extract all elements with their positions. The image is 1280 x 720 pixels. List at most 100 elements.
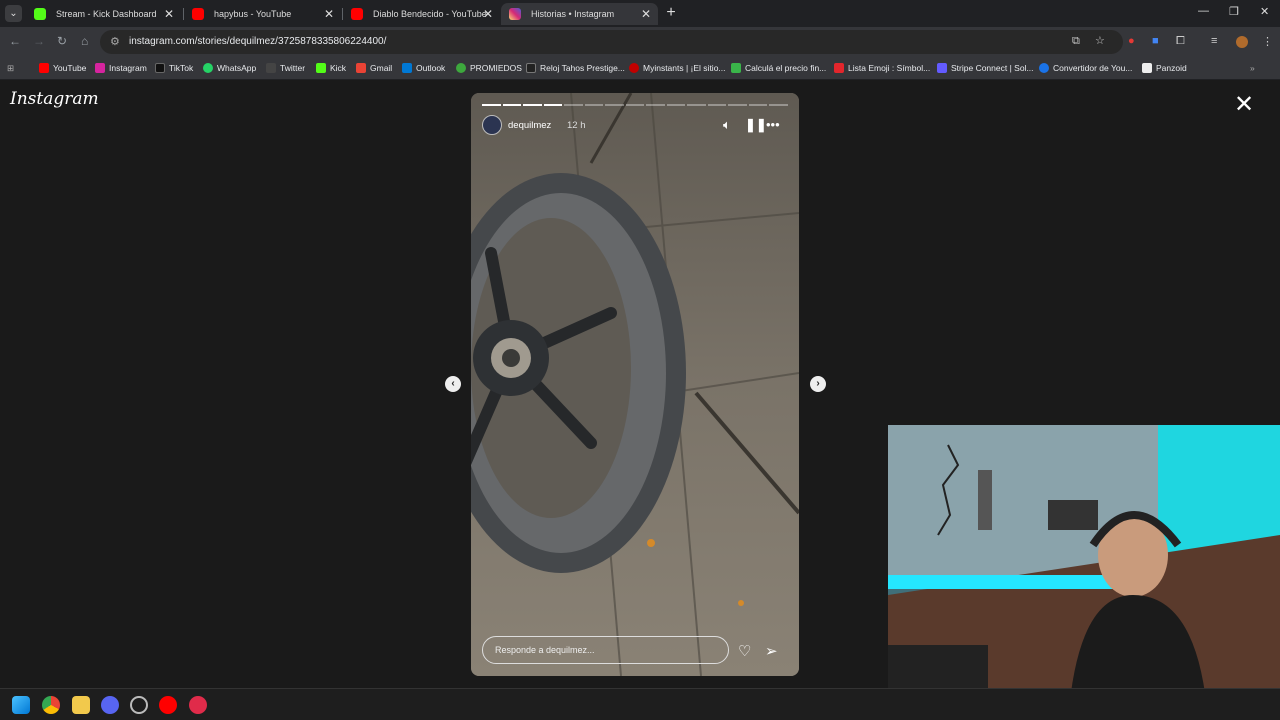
forward-icon[interactable]: → (33, 34, 45, 48)
story-progress-segment (687, 104, 706, 106)
bookmark-label: Lista Emoji : Símbol... (848, 63, 931, 73)
avatar[interactable] (482, 115, 502, 135)
stripe-icon (937, 63, 947, 73)
story-progress-segment (543, 104, 563, 106)
instagram-icon (509, 8, 521, 20)
myinstants-icon (629, 63, 639, 73)
close-tab-icon[interactable]: ✕ (164, 3, 174, 25)
close-tab-icon[interactable]: ✕ (324, 3, 334, 25)
send-icon[interactable]: ➢ (765, 642, 778, 660)
youtube-app-icon[interactable] (159, 696, 177, 714)
gmail-icon (356, 63, 366, 73)
reply-input[interactable] (495, 643, 720, 657)
url-text[interactable]: instagram.com/stories/dequilmez/37258783… (129, 36, 386, 47)
story-progress-segment (564, 104, 583, 106)
back-icon[interactable]: ← (9, 34, 21, 48)
more-bookmarks-icon[interactable]: » (1250, 61, 1255, 75)
chevron-right-icon[interactable]: › (810, 376, 826, 392)
twitter-icon (266, 63, 276, 73)
tab-youtube-hapybus[interactable]: hapybus - YouTube ✕ (184, 3, 341, 25)
bookmark-outlook[interactable]: Outlook (402, 61, 445, 75)
story-progress-segment (666, 104, 686, 106)
story-progress-segment (482, 104, 501, 106)
address-bar[interactable]: ⚙ instagram.com/stories/dequilmez/372587… (100, 30, 1123, 54)
bookmark-calcula[interactable]: Calculá el precio fin... (731, 61, 826, 75)
bookmarks-bar: ⊞ YouTube Instagram TikTok WhatsApp Twit… (0, 57, 1280, 80)
bookmark-label: Convertidor de You... (1053, 63, 1133, 73)
tab-search-button[interactable]: ⌄ (5, 5, 22, 22)
bookmark-youtube[interactable]: YouTube (39, 61, 86, 75)
minimize-icon[interactable]: — (1198, 5, 1209, 17)
webcam-overlay (888, 425, 1280, 720)
bookmark-whatsapp[interactable]: WhatsApp (203, 61, 256, 75)
install-icon[interactable]: ⧉ (1072, 35, 1080, 48)
bookmark-kick[interactable]: Kick (316, 61, 346, 75)
close-tab-icon[interactable]: ✕ (483, 3, 493, 25)
bookmark-label: Kick (330, 63, 347, 73)
calculator-icon (731, 63, 741, 73)
bookmark-gmail[interactable]: Gmail (356, 61, 392, 75)
webcam-image (888, 425, 1280, 720)
obs-icon[interactable] (130, 696, 148, 714)
bookmark-star-icon[interactable]: ☆ (1095, 34, 1105, 47)
tab-kick-dashboard[interactable]: Stream - Kick Dashboard ✕ (26, 3, 181, 25)
story-progress-segment (748, 104, 768, 106)
extension-icon[interactable]: ● (1128, 35, 1135, 47)
home-icon[interactable]: ⌂ (81, 34, 88, 48)
bookmark-label: YouTube (53, 63, 87, 73)
youtube-icon (351, 8, 363, 20)
bookmark-promiedos[interactable]: PROMIEDOS (456, 61, 522, 75)
bookmark-tiktok[interactable]: TikTok (155, 61, 193, 75)
bookmark-label: Myinstants | ¡El sitio... (643, 63, 726, 73)
bookmark-stripe[interactable]: Stripe Connect | Sol... (937, 61, 1034, 75)
bookmark-emoji[interactable]: Lista Emoji : Símbol... (834, 61, 930, 75)
apps-grid-icon[interactable]: ⊞ (7, 61, 14, 75)
menu-dots-icon[interactable]: ⋮ (1262, 35, 1273, 48)
story-progress-segment (523, 104, 542, 106)
tab-title: Historias • Instagram (531, 9, 615, 19)
more-icon[interactable]: ••• (766, 117, 780, 132)
chevron-left-icon[interactable]: ‹ (445, 376, 461, 392)
app-icon[interactable] (189, 696, 207, 714)
reply-field[interactable] (482, 636, 729, 664)
close-icon[interactable]: ✕ (1234, 93, 1254, 117)
bookmark-reloj[interactable]: Reloj Tahos Prestige... (526, 61, 625, 75)
tab-youtube-diablo[interactable]: Diablo Bendecido - YouTube ✕ (343, 3, 500, 25)
tab-instagram-stories[interactable]: Historias • Instagram ✕ (501, 3, 658, 25)
tiktok-icon (155, 63, 165, 73)
story-progress-segment (646, 104, 665, 106)
story-viewer[interactable]: dequilmez 12 h 🔈︎ ❚❚ ••• ♡ ➢ (471, 93, 799, 676)
bookmark-label: Outlook (416, 63, 446, 73)
story-progress-segment (502, 104, 522, 106)
extensions-puzzle-icon[interactable]: ⧠ (1176, 35, 1185, 48)
bookmark-twitter[interactable]: Twitter (266, 61, 305, 75)
reload-icon[interactable]: ↻ (57, 34, 67, 48)
volume-icon[interactable]: 🔈︎ (723, 117, 731, 133)
bookmark-label: TikTok (169, 63, 194, 73)
site-info-icon[interactable]: ⚙ (110, 35, 120, 48)
heart-icon[interactable]: ♡ (738, 642, 751, 660)
close-tab-icon[interactable]: ✕ (641, 3, 651, 25)
bookmark-convertidor[interactable]: Convertidor de You... (1039, 61, 1132, 75)
story-header: dequilmez 12 h 🔈︎ ❚❚ ••• (482, 115, 788, 137)
instagram-logo[interactable]: Instagram (10, 89, 99, 109)
maximize-icon[interactable]: ❐ (1229, 5, 1239, 18)
new-tab-button[interactable]: + (662, 4, 680, 22)
story-username[interactable]: dequilmez (508, 120, 551, 131)
watch-icon (526, 63, 536, 73)
profile-avatar[interactable] (1236, 36, 1248, 48)
reading-list-icon[interactable]: ≡ (1211, 35, 1217, 47)
pause-icon[interactable]: ❚❚ (745, 117, 767, 133)
tab-title: Diablo Bendecido - YouTube (373, 9, 487, 19)
discord-icon[interactable] (101, 696, 119, 714)
youtube-icon (192, 8, 204, 20)
file-explorer-icon[interactable] (72, 696, 90, 714)
bookmark-instagram[interactable]: Instagram (95, 61, 147, 75)
close-window-icon[interactable]: ✕ (1260, 5, 1269, 18)
extension-icon[interactable]: ■ (1152, 35, 1159, 47)
bookmark-panzoid[interactable]: Panzoid (1142, 61, 1187, 75)
windows-start-icon[interactable] (12, 696, 30, 714)
bookmark-myinstants[interactable]: Myinstants | ¡El sitio... (629, 61, 726, 75)
chrome-icon[interactable] (42, 696, 60, 714)
emoji-icon (834, 63, 844, 73)
